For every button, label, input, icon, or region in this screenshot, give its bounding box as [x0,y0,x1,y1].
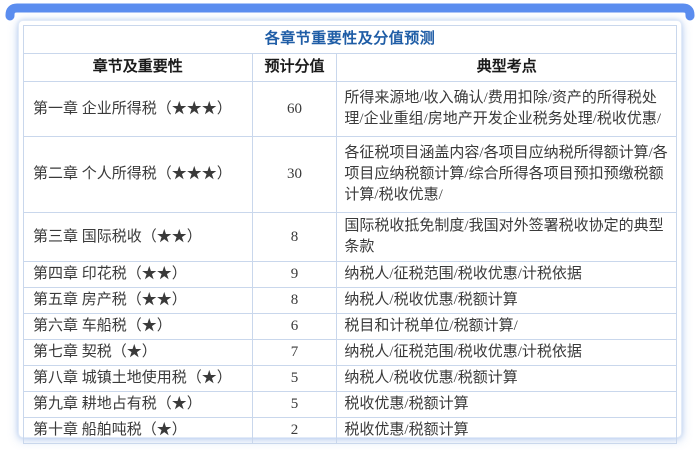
table-row: 第三章 国际税收（★★） 8 国际税收抵免制度/我国对外签署税收协定的典型条款 [24,213,677,262]
points-cell: 纳税人/税收优惠/税额计算 [337,288,677,314]
points-cell: 税目和计税单位/税额计算/ [337,314,677,340]
table-row: 第二章 个人所得税（★★★） 30 各征税项目涵盖内容/各项目应纳税所得额计算/… [24,137,677,213]
table-row: 第八章 城镇土地使用税（★） 5 纳税人/税收优惠/税额计算 [24,366,677,392]
score-cell: 8 [252,288,337,314]
header-row: 章节及重要性 预计分值 典型考点 [24,54,677,82]
chapter-cell: 第十章 船舶吨税（★） [24,418,253,444]
chapter-cell: 第九章 耕地占有税（★） [24,392,253,418]
score-cell: 5 [252,392,337,418]
score-cell: 5 [252,366,337,392]
title-row: 各章节重要性及分值预测 [24,26,677,54]
chapter-cell: 第五章 房产税（★★） [24,288,253,314]
table-row: 第七章 契税（★） 7 纳税人/征税范围/税收优惠/计税依据 [24,340,677,366]
points-cell: 纳税人/征税范围/税收优惠/计税依据 [337,262,677,288]
score-cell: 60 [252,82,337,137]
points-cell: 税收优惠/税额计算 [337,392,677,418]
table-row: 第十章 船舶吨税（★） 2 税收优惠/税额计算 [24,418,677,444]
chapter-cell: 第四章 印花税（★★） [24,262,253,288]
score-cell: 30 [252,137,337,213]
table-row: 第四章 印花税（★★） 9 纳税人/征税范围/税收优惠/计税依据 [24,262,677,288]
chapter-cell: 第八章 城镇土地使用税（★） [24,366,253,392]
chapter-cell: 第七章 契税（★） [24,340,253,366]
table-row: 第九章 耕地占有税（★） 5 税收优惠/税额计算 [24,392,677,418]
points-cell: 所得来源地/收入确认/费用扣除/资产的所得税处理/企业重组/房地产开发企业税务处… [337,82,677,137]
chapter-cell: 第二章 个人所得税（★★★） [24,137,253,213]
points-cell: 纳税人/税收优惠/税额计算 [337,366,677,392]
table-card: 各章节重要性及分值预测 章节及重要性 预计分值 典型考点 第一章 企业所得税（★… [18,20,682,438]
chapter-cell: 第三章 国际税收（★★） [24,213,253,262]
page-title: 各章节重要性及分值预测 [24,26,677,54]
score-cell: 7 [252,340,337,366]
chapter-cell: 第一章 企业所得税（★★★） [24,82,253,137]
chapter-cell: 第六章 车船税（★） [24,314,253,340]
points-cell: 税收优惠/税额计算 [337,418,677,444]
prediction-table: 各章节重要性及分值预测 章节及重要性 预计分值 典型考点 第一章 企业所得税（★… [23,25,677,444]
points-cell: 国际税收抵免制度/我国对外签署税收协定的典型条款 [337,213,677,262]
column-header-points: 典型考点 [337,54,677,82]
table-row: 第五章 房产税（★★） 8 纳税人/税收优惠/税额计算 [24,288,677,314]
points-cell: 纳税人/征税范围/税收优惠/计税依据 [337,340,677,366]
score-cell: 2 [252,418,337,444]
score-cell: 8 [252,213,337,262]
table-row: 第一章 企业所得税（★★★） 60 所得来源地/收入确认/费用扣除/资产的所得税… [24,82,677,137]
score-cell: 6 [252,314,337,340]
column-header-score: 预计分值 [252,54,337,82]
column-header-chapter: 章节及重要性 [24,54,253,82]
score-cell: 9 [252,262,337,288]
table-row: 第六章 车船税（★） 6 税目和计税单位/税额计算/ [24,314,677,340]
points-cell: 各征税项目涵盖内容/各项目应纳税所得额计算/各项目应纳税额计算/综合所得各项目预… [337,137,677,213]
